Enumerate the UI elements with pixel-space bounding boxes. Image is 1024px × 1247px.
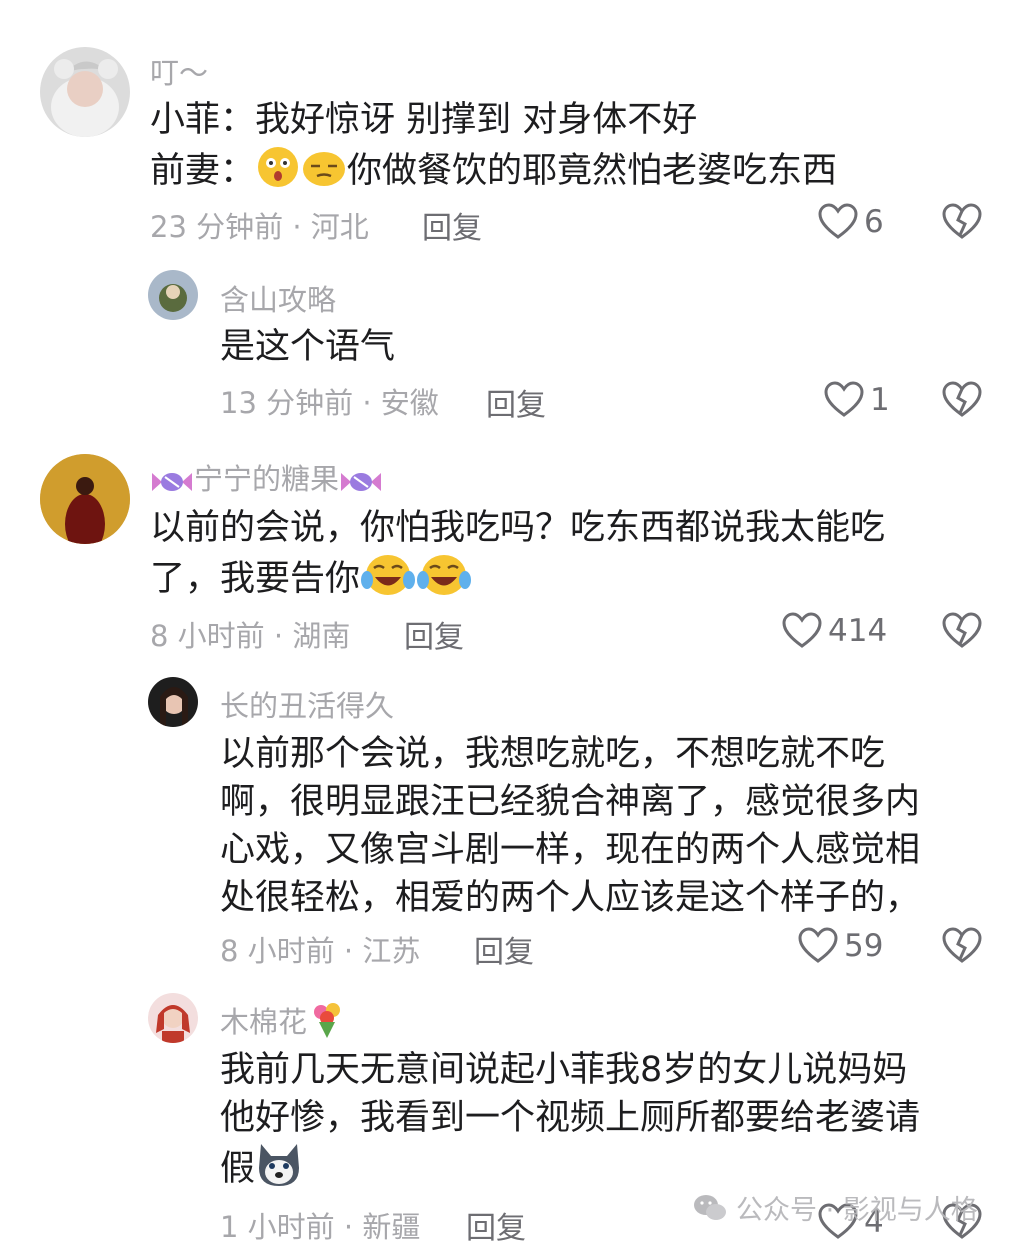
comment-line: 处很轻松，相爱的两个人应该是这个样子的， bbox=[220, 878, 921, 918]
comment-line: 以前那个会说，我想吃就吃，不想吃就不吃 bbox=[220, 734, 886, 774]
like-count: 6 bbox=[864, 204, 884, 240]
comment-meta: 8 小时前 · 江苏 bbox=[220, 934, 421, 968]
tears-of-joy-emoji bbox=[416, 552, 472, 611]
comment-text: 以前那个会说，我想吃就吃，不想吃就不吃 啊，很明显跟汪已经貌合神离了，感觉很多内… bbox=[220, 730, 920, 922]
dislike-button[interactable] bbox=[942, 927, 982, 967]
dislike-button[interactable] bbox=[942, 612, 982, 652]
username[interactable]: 木棉花 bbox=[220, 999, 347, 1047]
dislike-button[interactable] bbox=[942, 203, 982, 243]
avatar[interactable] bbox=[148, 270, 198, 320]
reply-button[interactable]: 回复 bbox=[466, 1203, 526, 1247]
reply-button[interactable]: 回复 bbox=[404, 612, 464, 656]
heart-outline-icon bbox=[798, 927, 838, 963]
comment-text: 我前几天无意间说起小菲我8岁的女儿说妈妈 他好惨，我看到一个视频上厕所都要给老婆… bbox=[220, 1046, 920, 1201]
comment-line: 是这个语气 bbox=[220, 327, 396, 367]
comment-meta: 8 小时前 · 湖南 bbox=[150, 619, 351, 653]
broken-heart-icon bbox=[942, 381, 982, 417]
comment-text: 以前的会说，你怕我吃吗？吃东西都说我太能吃 了，我要告你 bbox=[150, 504, 885, 611]
comment-line-text: 了，我要告你 bbox=[150, 559, 361, 599]
shocked-face-emoji bbox=[255, 144, 301, 203]
reply-button[interactable]: 回复 bbox=[474, 927, 534, 971]
avatar[interactable] bbox=[40, 454, 130, 544]
comment-meta: 13 分钟前 · 安徽 bbox=[220, 386, 439, 420]
comment-text: 小菲：我好惊讶 别撑到 对身体不好 前妻： 你做餐饮的耶竟然怕老婆吃东西 bbox=[150, 96, 837, 203]
comment-line: 他好惨，我看到一个视频上厕所都要给老婆请 bbox=[220, 1098, 921, 1138]
like-count: 59 bbox=[844, 928, 884, 964]
username[interactable]: 含山攻略 bbox=[220, 277, 336, 319]
comment-line: 我前几天无意间说起小菲我8岁的女儿说妈妈 bbox=[220, 1050, 908, 1090]
comment-line: 心戏，又像宫斗剧一样，现在的两个人感觉相 bbox=[220, 830, 921, 870]
heart-outline-icon bbox=[782, 612, 822, 648]
comment-item: 含山攻略 是这个语气 13 分钟前 · 安徽 回复 1 bbox=[0, 250, 1024, 430]
comment-line: 前妻： 你做餐饮的耶竟然怕老婆吃东西 bbox=[150, 144, 837, 203]
comment-line: 以前的会说，你怕我吃吗？吃东西都说我太能吃 bbox=[150, 508, 886, 548]
comment-line: 啊，很明显跟汪已经貌合神离了，感觉很多内 bbox=[220, 782, 921, 822]
username[interactable]: 叮～ bbox=[150, 50, 208, 92]
username-text: 木棉花 bbox=[220, 1005, 308, 1039]
comment-text: 是这个语气 bbox=[220, 323, 395, 371]
comment-line-rest: 你做餐饮的耶竟然怕老婆吃东西 bbox=[347, 151, 838, 191]
smirk-face-emoji bbox=[301, 144, 347, 203]
avatar[interactable] bbox=[148, 993, 198, 1043]
comment-line: 小菲：我好惊讶 别撑到 对身体不好 bbox=[150, 100, 698, 140]
broken-heart-icon bbox=[942, 203, 982, 239]
candy-emoji bbox=[150, 467, 194, 504]
watermark-text: 公众号 · 影视与人格 bbox=[736, 1195, 978, 1226]
username-text: 宁宁的糖果 bbox=[194, 462, 340, 496]
reply-button[interactable]: 回复 bbox=[486, 380, 546, 424]
comment-item: 宁宁的糖果 以前的会说，你怕我吃吗？吃东西都说我太能吃 了，我要告你 8 小时前… bbox=[0, 430, 1024, 670]
like-button[interactable]: 6 bbox=[818, 200, 884, 244]
broken-heart-icon bbox=[942, 612, 982, 648]
like-count: 414 bbox=[828, 613, 888, 649]
username[interactable]: 长的丑活得久 bbox=[220, 683, 394, 725]
comment-line-prefix: 前妻： bbox=[150, 151, 256, 191]
comment-item: 长的丑活得久 以前那个会说，我想吃就吃，不想吃就不吃 啊，很明显跟汪已经貌合神离… bbox=[0, 670, 1024, 990]
tears-of-joy-emoji bbox=[360, 552, 416, 611]
heart-outline-icon bbox=[818, 203, 858, 239]
like-count: 1 bbox=[870, 382, 890, 418]
heart-outline-icon bbox=[824, 381, 864, 417]
husky-dog-emoji bbox=[255, 1142, 303, 1201]
username[interactable]: 宁宁的糖果 bbox=[150, 456, 383, 504]
comment-line: 了，我要告你 bbox=[150, 552, 885, 611]
candy-emoji bbox=[339, 467, 383, 504]
comment-line-text: 假 bbox=[220, 1149, 256, 1189]
bouquet-emoji bbox=[307, 1000, 347, 1047]
like-button[interactable]: 1 bbox=[824, 378, 890, 422]
reply-button[interactable]: 回复 bbox=[422, 203, 482, 247]
comment-meta: 23 分钟前 · 河北 bbox=[150, 210, 369, 244]
like-button[interactable]: 59 bbox=[798, 924, 883, 968]
avatar[interactable] bbox=[40, 47, 130, 137]
wechat-icon bbox=[694, 1194, 726, 1220]
avatar[interactable] bbox=[148, 677, 198, 727]
comment-meta: 1 小时前 · 新疆 bbox=[220, 1210, 421, 1244]
comment-item: 叮～ 小菲：我好惊讶 别撑到 对身体不好 前妻： 你做餐饮的耶竟然怕老婆吃东西 2… bbox=[0, 0, 1024, 250]
dislike-button[interactable] bbox=[942, 381, 982, 421]
broken-heart-icon bbox=[942, 927, 982, 963]
like-button[interactable]: 414 bbox=[782, 609, 887, 653]
watermark: 公众号 · 影视与人格 bbox=[692, 1188, 978, 1227]
